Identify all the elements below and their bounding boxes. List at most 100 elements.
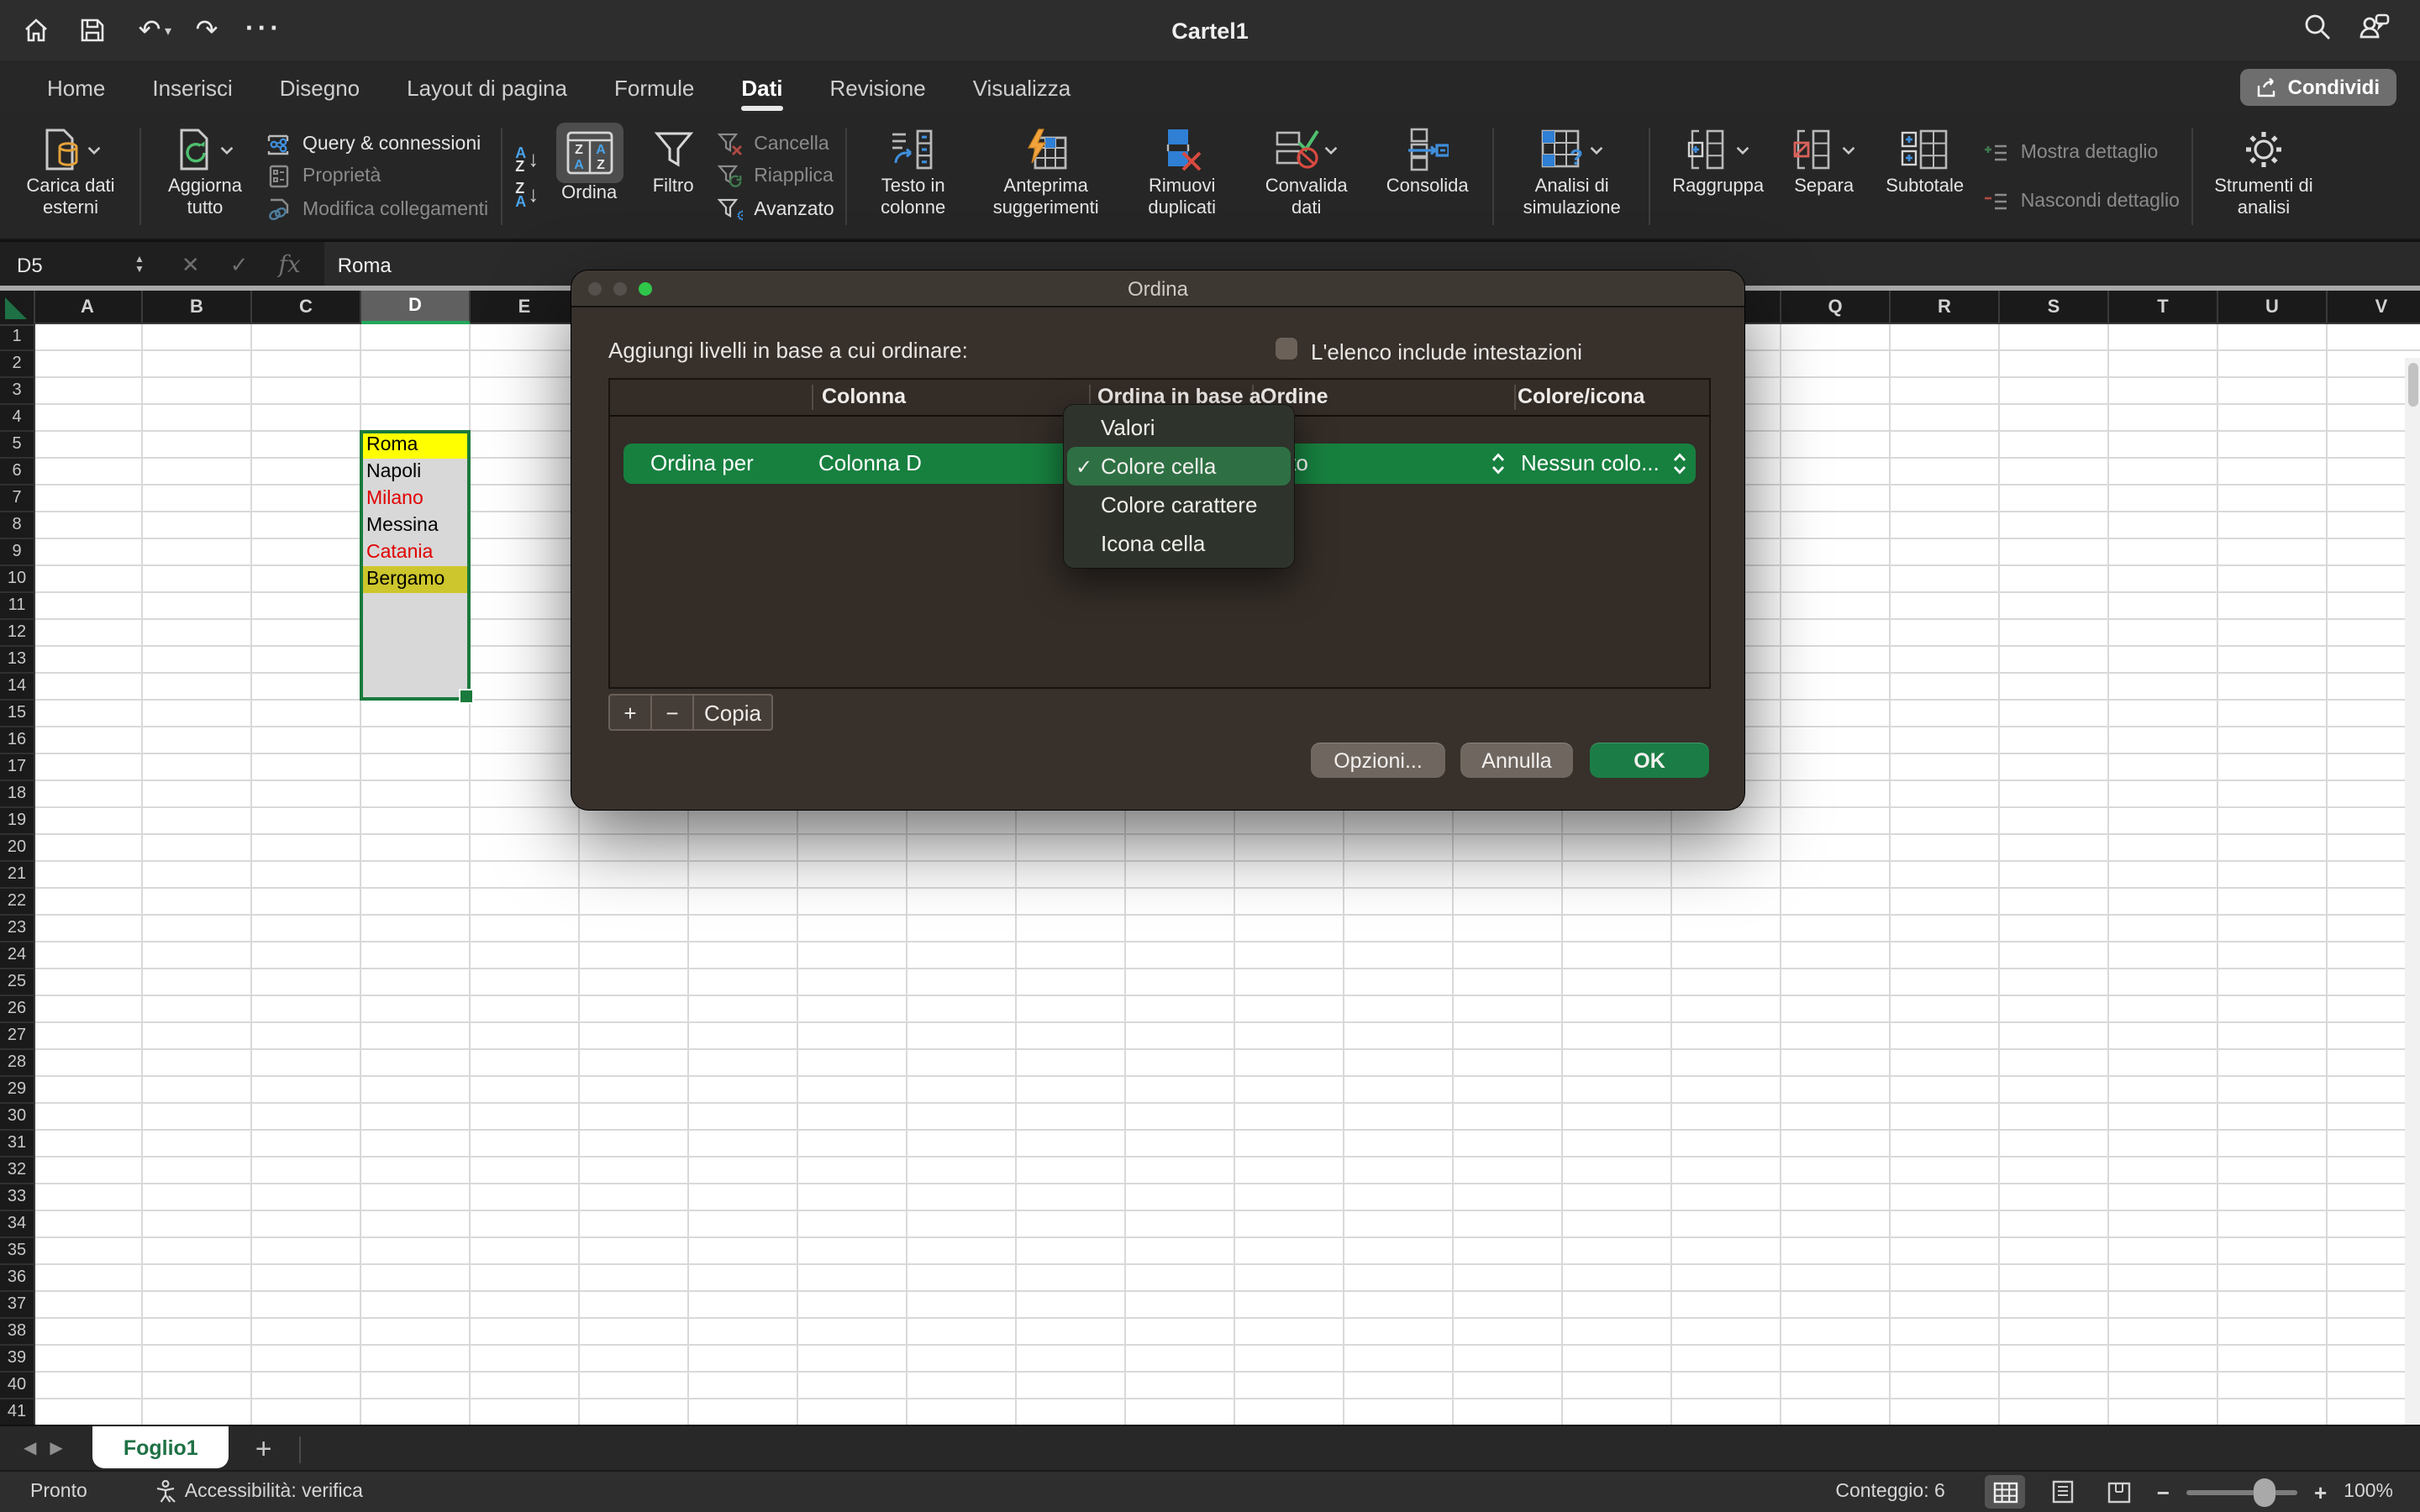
insert-function-icon[interactable]: fx xyxy=(279,251,301,278)
page-break-view-icon[interactable] xyxy=(2100,1475,2140,1509)
filtro-button[interactable]: Filtro xyxy=(634,119,712,234)
raggruppa-button[interactable]: Raggruppa xyxy=(1660,119,1777,234)
row-header-18[interactable]: 18 xyxy=(0,781,34,808)
row-header-40[interactable]: 40 xyxy=(0,1373,34,1399)
zoom-out-button[interactable]: − xyxy=(2157,1479,2170,1504)
testo-in-colonne-button[interactable]: Testo in colonne xyxy=(856,119,971,234)
column-header-C[interactable]: C xyxy=(252,291,361,324)
row-header-36[interactable]: 36 xyxy=(0,1265,34,1292)
row-header-41[interactable]: 41 xyxy=(0,1399,34,1426)
undo-chevron-icon[interactable]: ▾ xyxy=(165,23,171,38)
convalida-dati-button[interactable]: Convalida dati xyxy=(1243,119,1370,234)
row-header-22[interactable]: 22 xyxy=(0,889,34,916)
accessibility-status[interactable]: Accessibilità: verifica xyxy=(155,1480,363,1504)
vertical-scrollbar[interactable] xyxy=(2405,358,2420,1426)
row-header-10[interactable]: 10 xyxy=(0,566,34,593)
row-header-21[interactable]: 21 xyxy=(0,862,34,889)
tab-formule[interactable]: Formule xyxy=(591,60,718,114)
row-header-32[interactable]: 32 xyxy=(0,1158,34,1184)
row-header-38[interactable]: 38 xyxy=(0,1319,34,1346)
row-header-29[interactable]: 29 xyxy=(0,1077,34,1104)
ordina-button[interactable]: ZAAZ Ordina xyxy=(544,119,634,234)
tab-layout-di-pagina[interactable]: Layout di pagina xyxy=(383,60,591,114)
column-header-D[interactable]: D xyxy=(361,291,471,324)
remove-level-button[interactable]: − xyxy=(652,696,694,729)
fill-handle[interactable] xyxy=(459,689,474,704)
row-header-31[interactable]: 31 xyxy=(0,1131,34,1158)
normal-view-icon[interactable] xyxy=(1986,1475,2026,1509)
row-header-34[interactable]: 34 xyxy=(0,1211,34,1238)
sheet-tab-foglio1[interactable]: Foglio1 xyxy=(93,1426,229,1468)
row-header-37[interactable]: 37 xyxy=(0,1292,34,1319)
row-header-33[interactable]: 33 xyxy=(0,1184,34,1211)
level-color-popup[interactable]: Nessun colo... xyxy=(1521,450,1660,475)
sort-za-button[interactable]: ZA↓ xyxy=(515,181,539,207)
row-header-7[interactable]: 7 xyxy=(0,486,34,512)
row-header-19[interactable]: 19 xyxy=(0,808,34,835)
row-header-24[interactable]: 24 xyxy=(0,942,34,969)
separa-button[interactable]: Separa xyxy=(1777,119,1871,234)
row-header-1[interactable]: 1 xyxy=(0,324,34,351)
scrollbar-thumb[interactable] xyxy=(2407,363,2417,407)
row-header-15[interactable]: 15 xyxy=(0,701,34,727)
row-header-9[interactable]: 9 xyxy=(0,539,34,566)
zoom-slider[interactable] xyxy=(2186,1489,2297,1494)
menu-item-colore-carattere[interactable]: Colore carattere xyxy=(1067,486,1291,524)
add-level-button[interactable]: + xyxy=(610,696,652,729)
row-header-5[interactable]: 5 xyxy=(0,432,34,459)
row-header-28[interactable]: 28 xyxy=(0,1050,34,1077)
column-header-B[interactable]: B xyxy=(143,291,252,324)
order-stepper-icon[interactable] xyxy=(1491,452,1506,480)
search-icon[interactable] xyxy=(2304,13,2331,48)
cancel-button[interactable]: Annulla xyxy=(1460,743,1573,778)
subtotale-button[interactable]: Subtotale xyxy=(1871,119,1979,234)
sheet-nav-left-icon[interactable]: ◀ xyxy=(24,1440,36,1458)
add-sheet-button[interactable]: + xyxy=(255,1432,272,1466)
aggiorna-tutto-button[interactable]: Aggiorna tutto xyxy=(150,119,260,234)
more-toolbar-icon[interactable]: ··· xyxy=(242,12,286,49)
row-header-14[interactable]: 14 xyxy=(0,674,34,701)
column-header-R[interactable]: R xyxy=(1891,291,2000,324)
tab-dati[interactable]: Dati xyxy=(718,60,806,114)
name-box[interactable]: D5 xyxy=(0,253,121,276)
column-header-U[interactable]: U xyxy=(2218,291,2328,324)
name-box-spinner[interactable]: ▲▼ xyxy=(134,255,145,275)
row-header-13[interactable]: 13 xyxy=(0,647,34,674)
column-header-T[interactable]: T xyxy=(2109,291,2218,324)
row-header-12[interactable]: 12 xyxy=(0,620,34,647)
row-header-17[interactable]: 17 xyxy=(0,754,34,781)
color-stepper-icon[interactable] xyxy=(1672,452,1687,480)
strumenti-di-analisi-button[interactable]: Strumenti di analisi xyxy=(2202,119,2326,234)
level-column-popup[interactable]: Colonna D xyxy=(818,450,922,475)
row-header-8[interactable]: 8 xyxy=(0,512,34,539)
dialog-title-bar[interactable]: Ordina xyxy=(571,270,1744,307)
row-header-39[interactable]: 39 xyxy=(0,1346,34,1373)
page-layout-view-icon[interactable] xyxy=(2043,1475,2083,1509)
query-connessioni-button[interactable]: Query & connessioni xyxy=(264,128,488,160)
row-header-35[interactable]: 35 xyxy=(0,1238,34,1265)
share-button[interactable]: Condividi xyxy=(2241,69,2396,106)
row-header-4[interactable]: 4 xyxy=(0,405,34,432)
copy-level-button[interactable]: Copia xyxy=(694,696,771,729)
headers-checkbox[interactable] xyxy=(1276,338,1297,360)
zoom-window-icon[interactable] xyxy=(639,282,652,296)
tab-disegno[interactable]: Disegno xyxy=(256,60,383,114)
zoom-in-button[interactable]: + xyxy=(2314,1479,2327,1504)
column-header-V[interactable]: V xyxy=(2328,291,2420,324)
home-icon[interactable] xyxy=(13,12,57,49)
sort-az-button[interactable]: AZ↓ xyxy=(515,145,539,172)
redo-icon[interactable]: ↷ xyxy=(185,12,229,49)
carica-dati-esterni-button[interactable]: Carica dati esterni xyxy=(10,119,131,234)
row-header-20[interactable]: 20 xyxy=(0,835,34,862)
anteprima-suggerimenti-button[interactable]: Anteprima suggerimenti xyxy=(971,119,1122,234)
column-header-S[interactable]: S xyxy=(2000,291,2109,324)
row-header-11[interactable]: 11 xyxy=(0,593,34,620)
row-header-23[interactable]: 23 xyxy=(0,916,34,942)
avanzato-button[interactable]: ⚙ Avanzato xyxy=(715,193,834,225)
menu-item-icona-cella[interactable]: Icona cella xyxy=(1067,524,1291,563)
consolida-button[interactable]: Consolida xyxy=(1370,119,1485,234)
menu-item-valori[interactable]: Valori xyxy=(1067,408,1291,447)
row-header-25[interactable]: 25 xyxy=(0,969,34,996)
feedback-person-icon[interactable] xyxy=(2358,13,2390,48)
row-header-2[interactable]: 2 xyxy=(0,351,34,378)
